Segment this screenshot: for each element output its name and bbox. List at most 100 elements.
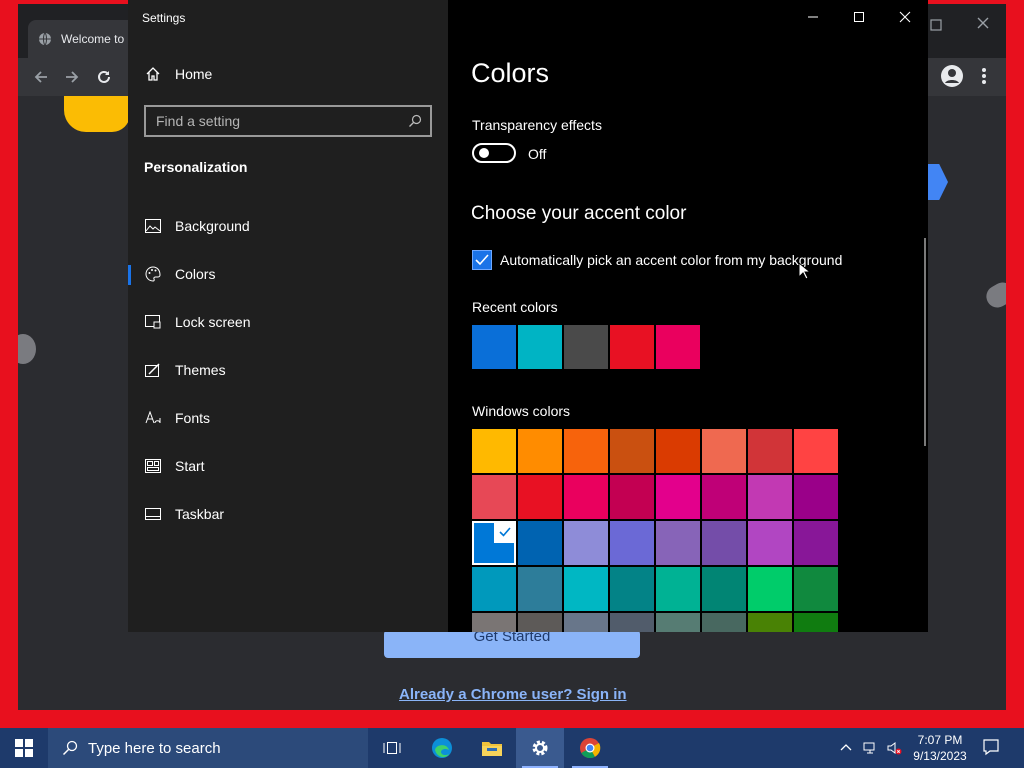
settings-content: Colors Transparency effects Off Choose y… (448, 0, 928, 632)
notification-icon[interactable] (982, 738, 1002, 758)
decorative-shape (64, 96, 130, 132)
windows-color-swatch[interactable] (702, 429, 746, 473)
find-setting-input[interactable] (156, 113, 396, 129)
transparency-label: Transparency effects (472, 117, 602, 133)
sidebar-item-themes[interactable]: Themes (128, 350, 448, 390)
recent-color-swatch[interactable] (472, 325, 516, 369)
scrollbar[interactable] (924, 238, 926, 446)
signin-link[interactable]: Already a Chrome user? Sign in (399, 686, 639, 703)
windows-color-swatch[interactable] (702, 567, 746, 611)
sidebar-item-fonts[interactable]: Fonts (128, 398, 448, 438)
search-icon (62, 740, 78, 756)
windows-color-swatch[interactable] (564, 613, 608, 632)
windows-color-swatch[interactable] (610, 429, 654, 473)
back-arrow-icon[interactable] (30, 66, 52, 88)
windows-color-swatch[interactable] (702, 475, 746, 519)
auto-accent-checkbox[interactable] (472, 250, 492, 270)
windows-color-swatch[interactable] (518, 521, 562, 565)
chrome-menu-icon[interactable] (975, 64, 993, 88)
windows-color-swatch[interactable] (518, 613, 562, 632)
get-started-button[interactable]: Get Started (384, 629, 640, 658)
windows-color-swatch[interactable] (656, 475, 700, 519)
windows-color-swatch[interactable] (748, 475, 792, 519)
network-icon[interactable] (862, 740, 878, 756)
search-icon (408, 114, 422, 128)
windows-color-swatch[interactable] (656, 521, 700, 565)
chrome-maximize-icon[interactable] (930, 18, 944, 32)
sidebar-item-colors[interactable]: Colors (128, 254, 448, 294)
windows-color-swatch[interactable] (794, 475, 838, 519)
forward-arrow-icon[interactable] (61, 66, 83, 88)
sidebar-item-taskbar[interactable]: Taskbar (128, 494, 448, 534)
windows-color-swatch[interactable] (472, 613, 516, 632)
windows-color-swatch[interactable] (472, 567, 516, 611)
windows-color-swatch[interactable] (610, 567, 654, 611)
start-icon (144, 457, 162, 475)
windows-color-swatch[interactable] (656, 429, 700, 473)
windows-color-swatch[interactable] (748, 429, 792, 473)
recent-color-swatch[interactable] (518, 325, 562, 369)
windows-color-swatch[interactable] (748, 567, 792, 611)
gear-icon (532, 740, 548, 756)
sidebar-item-lock-screen[interactable]: Lock screen (128, 302, 448, 342)
clock-date: 9/13/2023 (913, 749, 967, 763)
windows-color-swatch[interactable] (794, 521, 838, 565)
sidebar-item-label: Themes (175, 362, 226, 378)
windows-color-swatch[interactable] (656, 613, 700, 632)
sidebar-item-start[interactable]: Start (128, 446, 448, 486)
recent-color-swatch[interactable] (656, 325, 700, 369)
chrome-app-button[interactable] (566, 728, 614, 768)
start-button[interactable] (0, 728, 48, 768)
edge-app-button[interactable] (418, 728, 466, 768)
chrome-close-icon[interactable] (976, 16, 992, 32)
windows-color-swatch[interactable] (564, 429, 608, 473)
windows-color-swatch[interactable] (794, 613, 838, 632)
windows-color-swatch[interactable] (656, 567, 700, 611)
settings-app-button[interactable] (516, 728, 564, 768)
file-explorer-button[interactable] (468, 728, 516, 768)
minimize-icon[interactable] (806, 10, 820, 24)
windows-color-swatch[interactable] (472, 521, 516, 565)
chrome-tab-title: Welcome to (61, 32, 125, 46)
windows-color-swatch[interactable] (564, 475, 608, 519)
windows-color-swatch[interactable] (518, 567, 562, 611)
windows-color-swatch[interactable] (518, 429, 562, 473)
taskbar-search[interactable]: Type here to search (48, 728, 368, 768)
mouse-cursor-icon (798, 261, 812, 280)
windows-color-swatch[interactable] (794, 429, 838, 473)
system-clock[interactable]: 7:07 PM 9/13/2023 (908, 732, 972, 764)
auto-accent-label[interactable]: Automatically pick an accent color from … (500, 252, 842, 268)
sidebar-item-background[interactable]: Background (128, 206, 448, 246)
windows-colors (472, 429, 838, 632)
reload-icon[interactable] (93, 66, 115, 88)
windows-color-swatch[interactable] (472, 429, 516, 473)
transparency-toggle[interactable] (472, 143, 516, 163)
windows-color-swatch[interactable] (518, 475, 562, 519)
maximize-icon[interactable] (852, 10, 866, 24)
windows-color-swatch[interactable] (748, 613, 792, 632)
windows-color-swatch[interactable] (472, 475, 516, 519)
close-icon[interactable] (898, 10, 912, 24)
windows-color-swatch[interactable] (564, 521, 608, 565)
sidebar-item-label: Home (175, 66, 213, 82)
task-view-button[interactable] (368, 728, 416, 768)
recent-color-swatch[interactable] (610, 325, 654, 369)
sidebar-item-label: Fonts (175, 410, 211, 426)
find-setting-search[interactable] (144, 105, 432, 137)
windows-color-swatch[interactable] (610, 521, 654, 565)
windows-color-swatch[interactable] (794, 567, 838, 611)
sidebar-item-home[interactable]: Home (128, 54, 448, 94)
windows-color-swatch[interactable] (702, 613, 746, 632)
toggle-knob (479, 148, 489, 158)
windows-color-swatch[interactable] (610, 475, 654, 519)
taskbar-icon (144, 505, 162, 523)
windows-color-swatch[interactable] (748, 521, 792, 565)
recent-color-swatch[interactable] (564, 325, 608, 369)
windows-color-swatch[interactable] (564, 567, 608, 611)
windows-color-swatch[interactable] (702, 521, 746, 565)
volume-muted-icon[interactable] (886, 740, 902, 756)
windows-color-swatch[interactable] (610, 613, 654, 632)
chevron-up-icon[interactable] (838, 740, 854, 756)
sidebar-item-label: Background (175, 218, 250, 234)
profile-avatar-icon[interactable] (940, 64, 964, 88)
